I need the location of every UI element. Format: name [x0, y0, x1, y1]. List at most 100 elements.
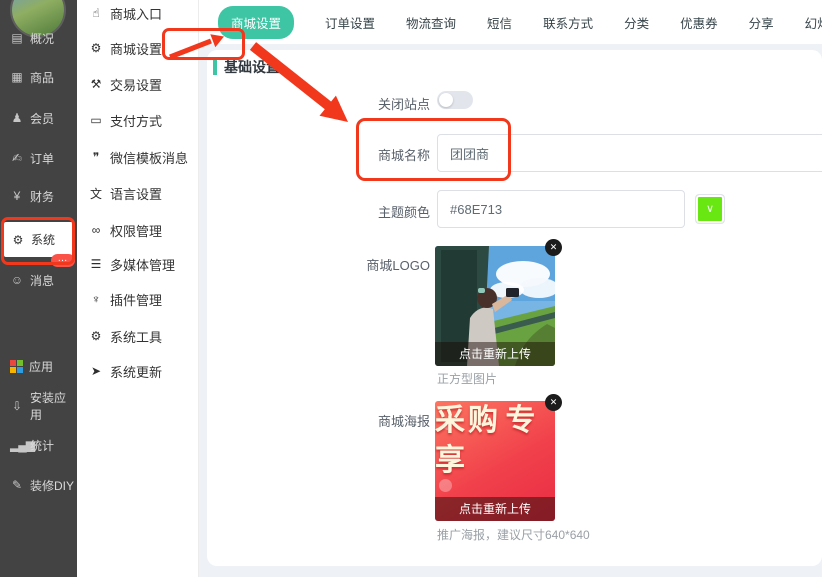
menu-item-payment-methods[interactable]: ▭ 支付方式 — [77, 110, 199, 130]
glasses-icon: ∞ — [89, 223, 103, 237]
goods-icon: ▦ — [10, 70, 24, 84]
tab-logistics-query[interactable]: 物流查询 — [406, 13, 456, 32]
sidebar-item-label: 消息 — [30, 272, 54, 289]
sidebar-item-label: 概况 — [30, 30, 54, 47]
shop-name-label: 商城名称 — [207, 145, 430, 164]
sidebar-item-system[interactable]: ⚙ 系统 — [4, 222, 73, 257]
wechat-bubbles-icon: ❞ — [89, 150, 103, 164]
remove-poster-button[interactable]: ✕ — [545, 394, 562, 411]
bar-chart-icon: ▂▄▆ — [10, 438, 24, 452]
menu-item-label: 语言设置 — [110, 184, 162, 203]
tab-share[interactable]: 分享 — [749, 13, 774, 32]
theme-color-input[interactable] — [437, 190, 685, 228]
tab-slideshow[interactable]: 幻灯片 — [805, 13, 822, 32]
menu-item-shop-entry[interactable]: ☝ 商城入口 — [77, 3, 199, 23]
menu-item-system-tools[interactable]: ⚙ 系统工具 — [77, 326, 199, 346]
primary-sidebar: ▤ 概况 ▦ 商品 ♟ 会员 ✍ 订单 ¥ 财务 ⚙ 系统 … ☺ 消息 — [0, 0, 77, 577]
sidebar-item-members[interactable]: ♟ 会员 — [0, 108, 77, 128]
sidebar-item-orders[interactable]: ✍ 订单 — [0, 148, 77, 168]
paint-roller-icon: ✎ — [10, 478, 24, 492]
menu-item-label: 多媒体管理 — [110, 255, 175, 274]
secondary-sidebar: ☝ 商城入口 ⚙ 商城设置 ⚒ 交易设置 ▭ 支付方式 ❞ 微信模板消息 文 语… — [77, 0, 199, 577]
menu-item-system-update[interactable]: ➤ 系统更新 — [77, 361, 199, 381]
menu-item-label: 系统更新 — [110, 362, 162, 381]
gear-icon: ⚙ — [89, 329, 103, 343]
menu-item-label: 交易设置 — [110, 75, 162, 94]
sidebar-item-label: 会员 — [30, 110, 54, 127]
menu-item-label: 商城入口 — [110, 4, 162, 23]
paper-plane-icon: ➤ — [89, 364, 103, 378]
install-icon: ⇩ — [10, 399, 24, 413]
hand-pointer-icon: ☝ — [89, 6, 103, 20]
menu-item-trade-settings[interactable]: ⚒ 交易设置 — [77, 74, 199, 94]
tab-shop-settings[interactable]: 商城设置 — [218, 6, 294, 39]
tools-hammer-icon: ⚒ — [89, 77, 103, 91]
list-icon: ☰ — [89, 257, 103, 271]
tab-category[interactable]: 分类 — [624, 13, 649, 32]
menu-item-label: 权限管理 — [110, 221, 162, 240]
poster-text-line1: 采购 — [435, 404, 501, 437]
shop-poster-label: 商城海报 — [207, 411, 430, 430]
reupload-overlay[interactable]: 点击重新上传 — [435, 342, 555, 366]
shop-logo-label: 商城LOGO — [207, 255, 430, 274]
members-icon: ♟ — [10, 111, 24, 125]
poster-upload-tile[interactable]: 采购 专享 点击重新上传 ✕ — [435, 401, 555, 521]
apps-grid-icon — [10, 360, 23, 373]
sidebar-item-decorate-diy[interactable]: ✎ 装修DIY — [0, 475, 77, 495]
overview-icon: ▤ — [10, 31, 24, 45]
menu-item-plugin-management[interactable]: ♆ 插件管理 — [77, 289, 199, 309]
sidebar-item-goods[interactable]: ▦ 商品 — [0, 67, 77, 87]
menu-item-media-management[interactable]: ☰ 多媒体管理 — [77, 254, 199, 274]
sidebar-item-messages[interactable]: ☺ 消息 — [0, 270, 77, 290]
sidebar-item-finance[interactable]: ¥ 财务 — [0, 186, 77, 206]
menu-item-shop-settings[interactable]: ⚙ 商城设置 — [77, 38, 199, 58]
menu-item-permission-management[interactable]: ∞ 权限管理 — [77, 220, 199, 240]
sidebar-item-label: 系统 — [31, 231, 55, 248]
menu-item-label: 商城设置 — [110, 39, 162, 58]
sidebar-item-label: 安装应用 — [30, 389, 77, 423]
section-header: 基础设置 — [213, 57, 280, 77]
sidebar-item-label: 统计 — [30, 437, 54, 454]
money-icon: ¥ — [10, 189, 24, 203]
sidebar-item-install-apps[interactable]: ⇩ 安装应用 — [0, 396, 77, 416]
tab-coupon[interactable]: 优惠券 — [680, 13, 718, 32]
section-title: 基础设置 — [224, 57, 280, 77]
tab-contact[interactable]: 联系方式 — [543, 13, 593, 32]
logo-upload-tile[interactable]: 点击重新上传 ✕ — [435, 246, 555, 366]
sidebar-item-stats[interactable]: ▂▄▆ 统计 — [0, 435, 77, 455]
toggle-knob — [439, 93, 453, 107]
settings-card: 基础设置 关闭站点 商城名称 主题颜色 ∨ 商城LOGO — [207, 50, 822, 566]
plug-icon: ♆ — [89, 292, 103, 306]
gear-icon: ⚙ — [89, 41, 103, 55]
chat-smiley-icon: ☺ — [10, 273, 24, 287]
app-root: ▤ 概况 ▦ 商品 ♟ 会员 ✍ 订单 ¥ 财务 ⚙ 系统 … ☺ 消息 — [0, 0, 822, 577]
reupload-overlay[interactable]: 点击重新上传 — [435, 497, 555, 521]
menu-item-language-settings[interactable]: 文 语言设置 — [77, 183, 199, 203]
tabbar: 商城设置 订单设置 物流查询 短信 联系方式 分类 优惠券 分享 幻灯片 广告 — [199, 0, 822, 44]
menu-item-label: 支付方式 — [110, 111, 162, 130]
menu-item-wechat-template[interactable]: ❞ 微信模板消息 — [77, 147, 199, 167]
sidebar-item-label: 订单 — [30, 150, 54, 167]
shop-name-input[interactable] — [437, 134, 822, 172]
tab-order-settings[interactable]: 订单设置 — [325, 13, 375, 32]
chevron-down-icon: ∨ — [706, 203, 714, 215]
gear-icon: ⚙ — [11, 233, 25, 247]
menu-item-label: 微信模板消息 — [110, 148, 188, 167]
sidebar-item-label: 应用 — [29, 358, 53, 375]
messages-badge: … — [51, 254, 75, 267]
language-icon: 文 — [89, 185, 103, 202]
remove-logo-button[interactable]: ✕ — [545, 239, 562, 256]
theme-color-label: 主题颜色 — [207, 202, 430, 221]
poster-hint: 推广海报，建议尺寸640*640 — [437, 526, 590, 543]
sidebar-item-label: 装修DIY — [30, 477, 74, 494]
sidebar-item-label: 财务 — [30, 188, 54, 205]
menu-item-label: 系统工具 — [110, 327, 162, 346]
tab-sms[interactable]: 短信 — [487, 13, 512, 32]
logo-hint: 正方型图片 — [437, 370, 497, 387]
close-site-toggle[interactable] — [437, 91, 473, 109]
color-picker-button[interactable]: ∨ — [695, 194, 725, 224]
sidebar-item-label: 商品 — [30, 69, 54, 86]
cart-icon: ✍ — [10, 151, 24, 165]
sidebar-item-overview[interactable]: ▤ 概况 — [0, 28, 77, 48]
sidebar-item-apps[interactable]: 应用 — [0, 356, 77, 376]
